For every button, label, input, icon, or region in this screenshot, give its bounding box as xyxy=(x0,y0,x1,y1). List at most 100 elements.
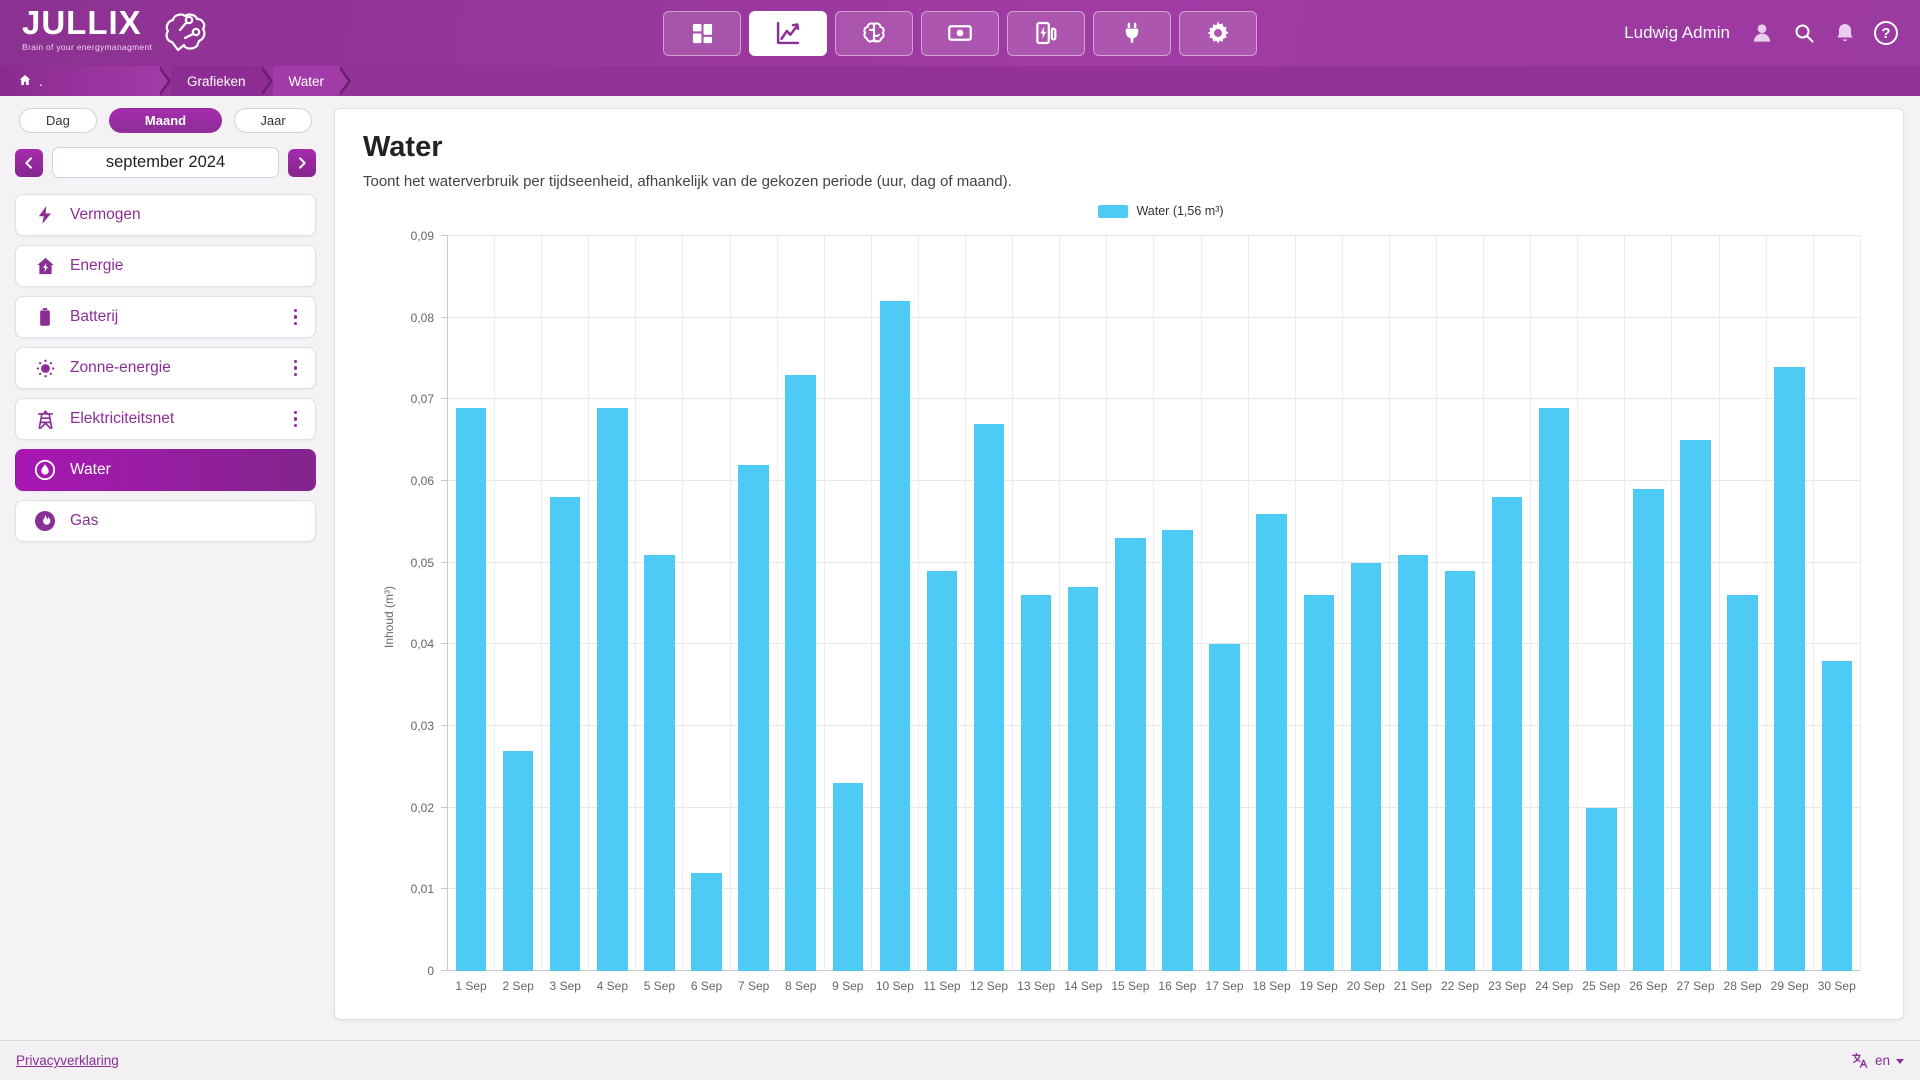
x-axis-label: 10 Sep xyxy=(876,979,914,993)
language-selector[interactable]: en xyxy=(1850,1051,1904,1070)
sidebar-item-water[interactable]: Water xyxy=(15,449,316,491)
water-bar[interactable] xyxy=(1633,489,1663,971)
sidebar-item-zonne-energie[interactable]: Zonne-energie xyxy=(15,347,316,389)
x-axis-label: 12 Sep xyxy=(970,979,1008,993)
sidebar: Dag Maand Jaar september 2024 Vermogen Ener… xyxy=(0,96,332,1040)
bar-slot: 7 Sep xyxy=(731,236,778,971)
app-header: JULLIX Brain of your energymanagment Lud… xyxy=(0,0,1920,66)
sidebar-item-batterij[interactable]: Batterij xyxy=(15,296,316,338)
water-bar[interactable] xyxy=(456,408,486,972)
x-axis-label: 17 Sep xyxy=(1206,979,1244,993)
charger-nav-button[interactable] xyxy=(1007,11,1085,56)
plug-nav-button[interactable] xyxy=(1093,11,1171,56)
water-bar[interactable] xyxy=(644,555,674,972)
water-bar[interactable] xyxy=(1586,808,1616,971)
sidebar-item-energie[interactable]: Energie xyxy=(15,245,316,287)
sidebar-item-elektriciteitsnet[interactable]: Elektriciteitsnet xyxy=(15,398,316,440)
x-axis-label: 15 Sep xyxy=(1111,979,1149,993)
chart-nav-button[interactable] xyxy=(749,11,827,56)
sun-icon xyxy=(33,356,57,380)
water-bar[interactable] xyxy=(1445,571,1475,971)
gear-icon xyxy=(1204,19,1232,47)
sidebar-item-label: Zonne-energie xyxy=(70,359,171,377)
water-bar[interactable] xyxy=(1304,595,1334,971)
tab-maand[interactable]: Maand xyxy=(109,108,222,133)
breadcrumb-item-grafieken[interactable]: Grafieken xyxy=(171,66,262,96)
water-bar[interactable] xyxy=(1351,563,1381,971)
money-nav-button[interactable] xyxy=(921,11,999,56)
breadcrumb-label: Grafieken xyxy=(187,74,246,89)
next-period-button[interactable] xyxy=(288,149,316,177)
x-axis-label: 14 Sep xyxy=(1064,979,1102,993)
sidebar-menu: Vermogen Energie Batterij Zonne-energie Elek… xyxy=(15,194,316,542)
sidebar-item-vermogen[interactable]: Vermogen xyxy=(15,194,316,236)
water-bar[interactable] xyxy=(927,571,957,971)
chart-legend[interactable]: Water (1,56 m³) xyxy=(447,204,1875,218)
water-bar[interactable] xyxy=(1398,555,1428,972)
previous-period-button[interactable] xyxy=(15,149,43,177)
tab-jaar[interactable]: Jaar xyxy=(234,108,312,133)
gear-nav-button[interactable] xyxy=(1179,11,1257,56)
bar-slot: 24 Sep xyxy=(1531,236,1578,971)
battery-icon xyxy=(33,305,57,329)
home-icon xyxy=(18,73,32,90)
user-avatar-icon[interactable] xyxy=(1749,20,1775,46)
x-axis-label: 24 Sep xyxy=(1535,979,1573,993)
water-bar[interactable] xyxy=(1256,514,1286,971)
bar-slot: 10 Sep xyxy=(872,236,919,971)
y-tick-label: 0,04 xyxy=(376,637,434,651)
water-bar[interactable] xyxy=(1680,440,1710,971)
x-axis-label: 19 Sep xyxy=(1300,979,1338,993)
kebab-menu-icon[interactable] xyxy=(288,355,304,382)
privacy-link[interactable]: Privacyverklaring xyxy=(16,1053,119,1068)
y-tick-label: 0,01 xyxy=(376,882,434,896)
breadcrumb-item-water[interactable]: Water xyxy=(273,66,341,96)
water-bar[interactable] xyxy=(1727,595,1757,971)
water-bar[interactable] xyxy=(880,301,910,971)
sidebar-item-gas[interactable]: Gas xyxy=(15,500,316,542)
y-tick-label: 0,07 xyxy=(376,392,434,406)
water-bar[interactable] xyxy=(738,465,768,971)
water-bar[interactable] xyxy=(1115,538,1145,971)
x-axis-label: 22 Sep xyxy=(1441,979,1479,993)
logo-title: JULLIX xyxy=(22,6,152,39)
water-bar[interactable] xyxy=(503,751,533,972)
water-bar[interactable] xyxy=(1774,367,1804,971)
water-bar[interactable] xyxy=(1068,587,1098,971)
water-bar[interactable] xyxy=(550,497,580,971)
breadcrumb-item-home[interactable]: . xyxy=(0,66,160,96)
chart-area: Inhoud (m³) 00,010,020,030,040,050,060,0… xyxy=(363,220,1875,1013)
date-field[interactable]: september 2024 xyxy=(52,147,279,178)
bar-slot: 30 Sep xyxy=(1814,236,1861,971)
water-bar[interactable] xyxy=(1492,497,1522,971)
kebab-menu-icon[interactable] xyxy=(288,406,304,433)
bar-slot: 9 Sep xyxy=(825,236,872,971)
dashboard-icon xyxy=(689,20,716,47)
user-name: Ludwig Admin xyxy=(1624,23,1730,43)
tab-dag[interactable]: Dag xyxy=(19,108,97,133)
period-tabs: Dag Maand Jaar xyxy=(19,108,312,133)
water-bar[interactable] xyxy=(1822,661,1852,971)
app-logo[interactable]: JULLIX Brain of your energymanagment xyxy=(22,6,208,61)
water-bar[interactable] xyxy=(785,375,815,971)
help-icon[interactable]: ? xyxy=(1874,21,1898,45)
bar-slot: 29 Sep xyxy=(1767,236,1814,971)
water-bar[interactable] xyxy=(1162,530,1192,971)
breadcrumb-separator-icon xyxy=(262,66,273,96)
notifications-bell-icon[interactable] xyxy=(1833,21,1857,45)
x-axis-label: 27 Sep xyxy=(1676,979,1714,993)
bar-slot: 3 Sep xyxy=(542,236,589,971)
water-bar[interactable] xyxy=(1021,595,1051,971)
water-bar[interactable] xyxy=(1209,644,1239,971)
water-bar[interactable] xyxy=(691,873,721,971)
chart-card: Water Toont het waterverbruik per tijdse… xyxy=(334,108,1904,1020)
water-bar[interactable] xyxy=(597,408,627,972)
kebab-menu-icon[interactable] xyxy=(288,304,304,331)
dashboard-nav-button[interactable] xyxy=(663,11,741,56)
brain-nav-button[interactable] xyxy=(835,11,913,56)
water-bar[interactable] xyxy=(833,783,863,971)
y-tick-mark xyxy=(441,562,448,563)
water-bar[interactable] xyxy=(1539,408,1569,972)
search-icon[interactable] xyxy=(1792,21,1816,45)
water-bar[interactable] xyxy=(974,424,1004,971)
